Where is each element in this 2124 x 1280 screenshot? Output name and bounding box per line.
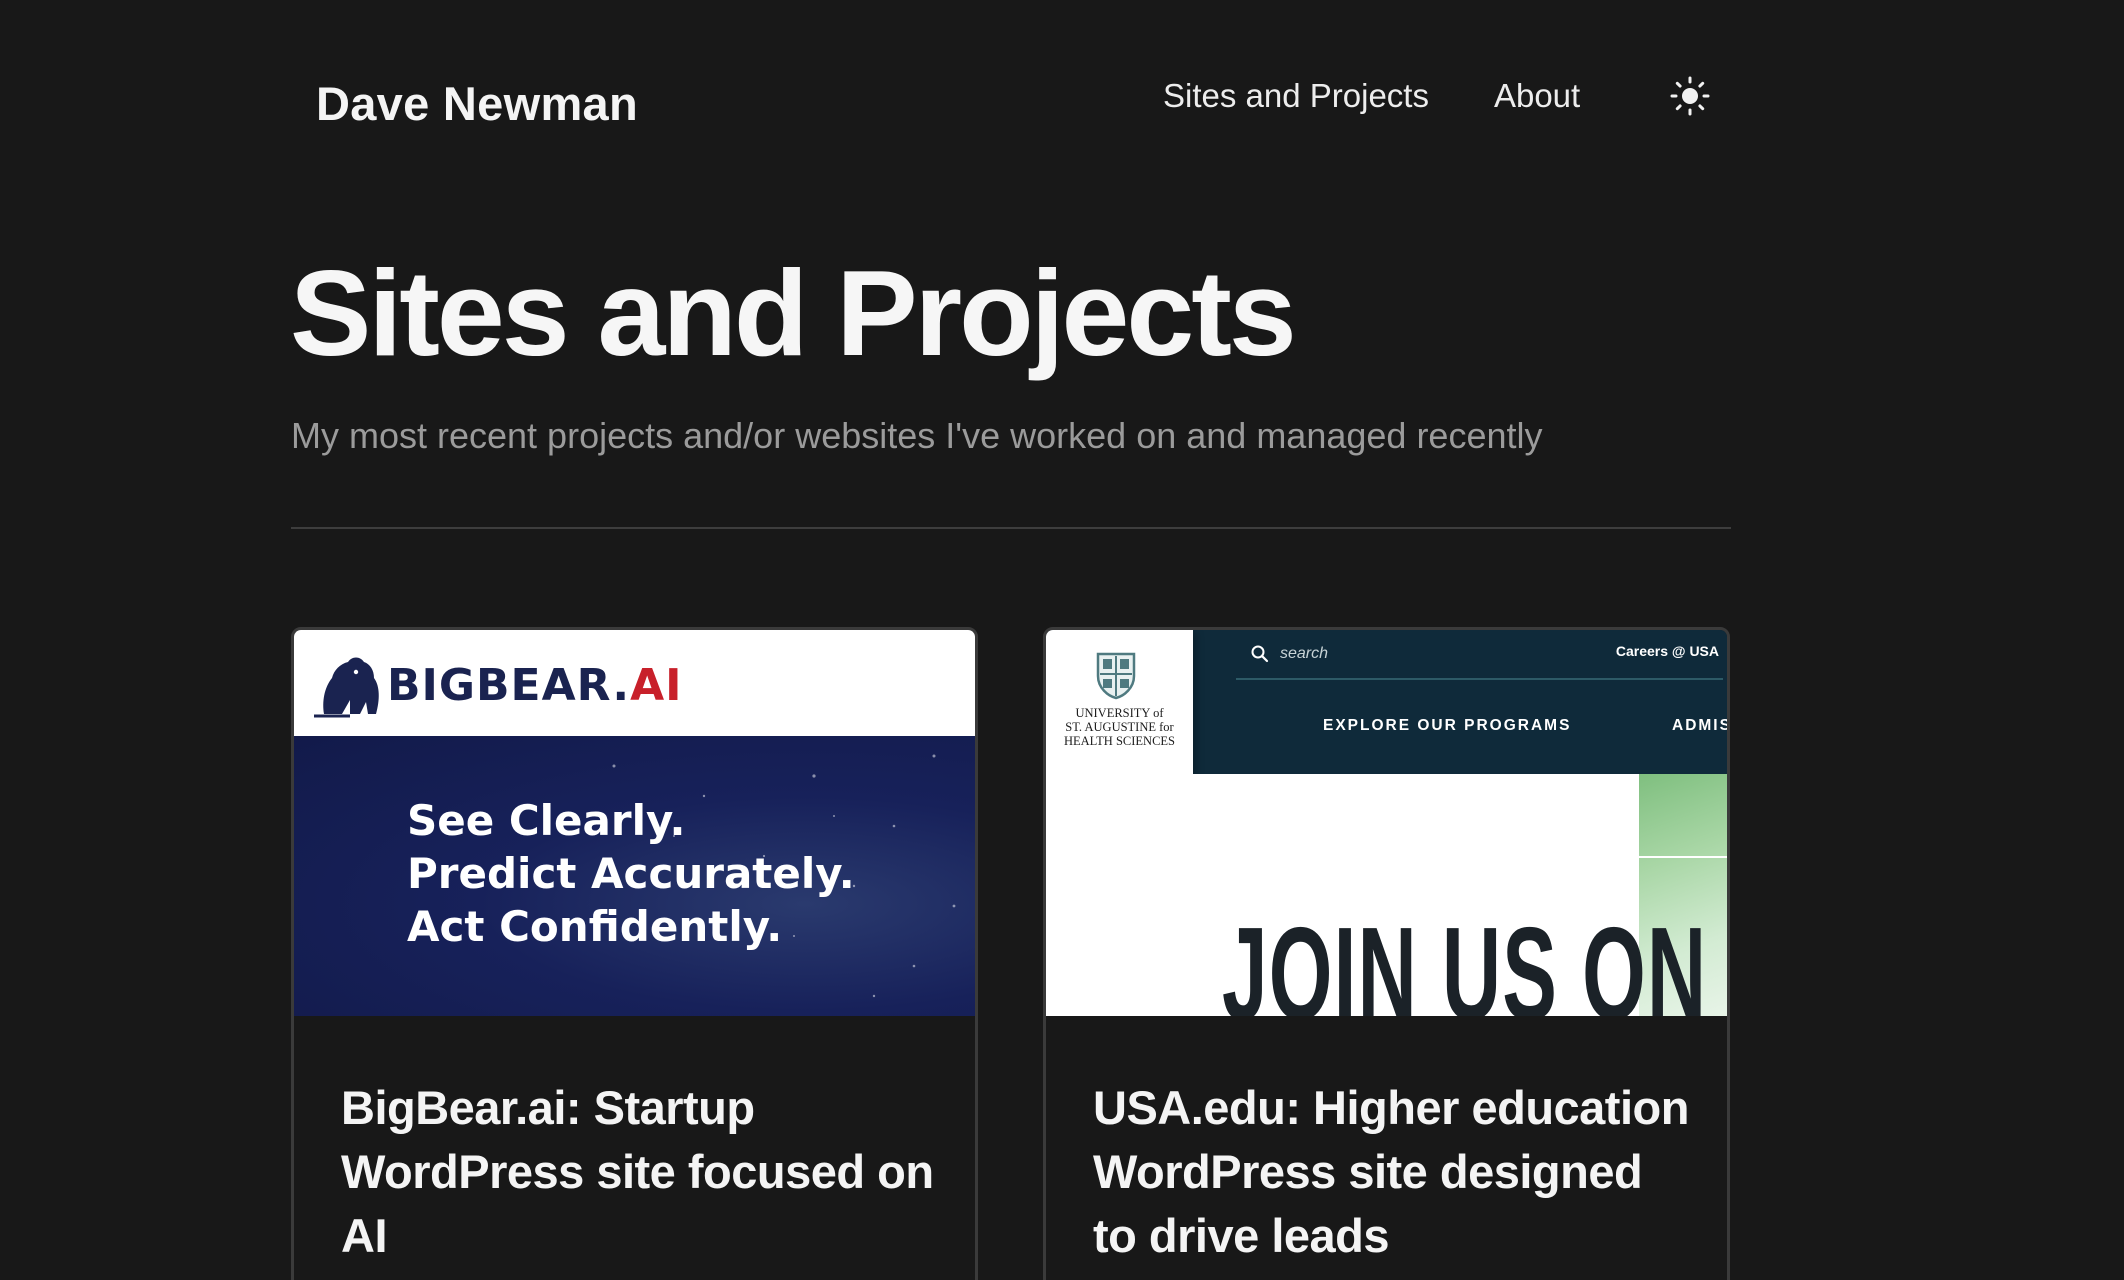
project-thumbnail-bigbear[interactable]: BIGBEAR.AI See Clearly. Predict Accurate… — [294, 630, 975, 1016]
usa-menu-admissions[interactable]: ADMIS — [1672, 717, 1727, 735]
nav-link-about[interactable]: About — [1494, 76, 1580, 116]
page: Dave Newman Sites and Projects About Sit… — [0, 0, 2124, 1280]
project-card-bigbear[interactable]: BIGBEAR.AI See Clearly. Predict Accurate… — [291, 627, 978, 1280]
usa-menu-explore-programs[interactable]: EXPLORE OUR PROGRAMS — [1323, 717, 1571, 735]
section-divider — [291, 527, 1731, 529]
theme-toggle-button[interactable] — [1668, 74, 1712, 118]
university-shield-icon — [1096, 652, 1136, 700]
project-card-title[interactable]: BigBear.ai: Startup WordPress site focus… — [341, 1076, 941, 1268]
usa-search-bar: Careers @ USA — [1236, 630, 1723, 680]
usa-hero-headline: JOIN US ON THE — [1222, 900, 1727, 1017]
bigbear-headline-line-3: Act Confidently. — [407, 902, 783, 951]
project-thumbnail-usa[interactable]: UNIVERSITY of ST. AUGUSTINE for HEALTH S… — [1046, 630, 1727, 1016]
usa-search-input[interactable] — [1280, 641, 1480, 667]
usa-logo-line-2: ST. AUGUSTINE for — [1065, 720, 1174, 734]
bigbear-headline-line-1: See Clearly. — [407, 796, 686, 845]
page-title: Sites and Projects — [290, 245, 1297, 381]
bigbear-wordmark-main: BIGBEAR. — [387, 660, 631, 711]
project-card-title[interactable]: USA.edu: Higher education WordPress site… — [1093, 1076, 1693, 1268]
usa-careers-link[interactable]: Careers @ USA — [1616, 643, 1719, 659]
bigbear-logo-bar: BIGBEAR.AI — [294, 630, 975, 736]
usa-logo-line-1: UNIVERSITY of — [1075, 706, 1164, 720]
usa-logo: UNIVERSITY of ST. AUGUSTINE for HEALTH S… — [1046, 630, 1193, 774]
sun-icon — [1670, 76, 1710, 116]
main-nav: Sites and Projects About — [1163, 76, 1580, 116]
usa-logo-line-3: HEALTH SCIENCES — [1063, 734, 1175, 748]
search-icon[interactable] — [1250, 644, 1270, 664]
bigbear-wordmark: BIGBEAR.AI — [387, 660, 683, 711]
bigbear-headline-line-2: Predict Accurately. — [407, 849, 855, 898]
bigbear-wordmark-accent: AI — [630, 660, 683, 711]
nav-link-sites-and-projects[interactable]: Sites and Projects — [1163, 76, 1429, 116]
page-subtitle: My most recent projects and/or websites … — [291, 415, 1543, 456]
usa-photo-divider — [1639, 856, 1727, 858]
project-card-usa[interactable]: UNIVERSITY of ST. AUGUSTINE for HEALTH S… — [1043, 627, 1730, 1280]
site-title-link[interactable]: Dave Newman — [316, 76, 638, 131]
usa-logo-text: UNIVERSITY of ST. AUGUSTINE for HEALTH S… — [1046, 706, 1193, 748]
bigbear-hero-headline: See Clearly. Predict Accurately. Act Con… — [407, 794, 855, 953]
bear-logo-icon — [314, 657, 379, 718]
